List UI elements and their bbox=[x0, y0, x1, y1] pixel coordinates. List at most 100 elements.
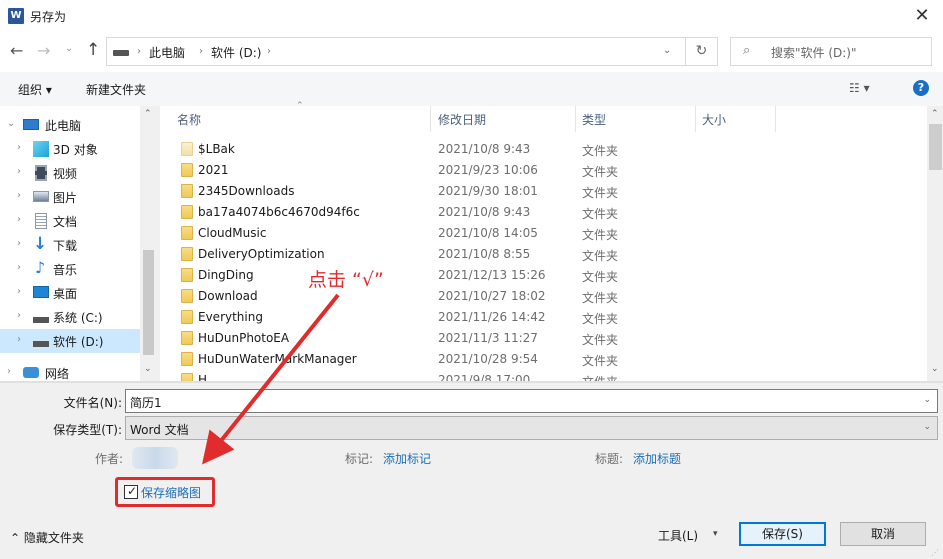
table-row[interactable]: DingDing 2021/12/13 15:26 文件夹 bbox=[160, 265, 920, 286]
scroll-down-icon[interactable]: ⌄ bbox=[931, 364, 939, 374]
system-drive-icon bbox=[33, 317, 49, 323]
table-row[interactable]: Download 2021/10/27 18:02 文件夹 bbox=[160, 286, 920, 307]
collapsed-chevron-icon[interactable]: › bbox=[7, 366, 11, 377]
refresh-button[interactable]: ↻ bbox=[686, 37, 718, 66]
table-row[interactable]: $LBak 2021/10/8 9:43 文件夹 bbox=[160, 139, 920, 160]
sort-ascending-icon: ⌃ bbox=[296, 101, 304, 111]
scroll-up-icon[interactable]: ⌃ bbox=[931, 109, 939, 119]
address-dropdown-chevron-icon[interactable]: ⌄ bbox=[663, 45, 671, 56]
hide-folders-button[interactable]: ⌃ 隐藏文件夹 bbox=[10, 529, 84, 546]
file-date-modified: 2021/10/8 14:05 bbox=[438, 226, 538, 240]
collapsed-chevron-icon[interactable]: › bbox=[17, 262, 21, 273]
cancel-button[interactable]: 取消 bbox=[840, 522, 926, 546]
column-header-name[interactable]: 名称 bbox=[177, 111, 201, 133]
file-type: 文件夹 bbox=[582, 249, 619, 263]
sidebar-item-this-pc[interactable]: ⌄ 此电脑 bbox=[0, 113, 140, 137]
file-type: 文件夹 bbox=[582, 312, 619, 326]
collapsed-chevron-icon[interactable]: › bbox=[17, 310, 21, 321]
new-folder-button[interactable]: 新建文件夹 bbox=[86, 81, 146, 98]
file-name: 2021 bbox=[198, 163, 229, 177]
collapsed-chevron-icon[interactable]: › bbox=[17, 238, 21, 249]
sidebar-item-desktop[interactable]: › 桌面 bbox=[0, 281, 140, 305]
file-name: HuDunWaterMarkManager bbox=[198, 352, 357, 366]
column-divider[interactable] bbox=[775, 106, 776, 132]
sidebar-item-downloads[interactable]: › ↓ 下载 bbox=[0, 233, 140, 257]
sidebar-item-3d-objects[interactable]: › 3D 对象 bbox=[0, 137, 140, 161]
column-header-type[interactable]: 类型 bbox=[582, 111, 606, 133]
recent-locations-button[interactable]: ⌄ bbox=[65, 43, 73, 54]
tools-dropdown-icon[interactable]: ▾ bbox=[713, 529, 718, 539]
breadcrumb-drive-d[interactable]: 软件 (D:) bbox=[211, 44, 261, 61]
search-input[interactable]: ⌕ 搜索"软件 (D:)" bbox=[730, 37, 932, 66]
table-row[interactable]: HuDunPhotoEA 2021/11/3 11:27 文件夹 bbox=[160, 328, 920, 349]
address-bar[interactable]: › 此电脑 › 软件 (D:) › ⌄ bbox=[106, 37, 686, 66]
collapsed-chevron-icon[interactable]: › bbox=[17, 286, 21, 297]
file-type: 文件夹 bbox=[582, 333, 619, 347]
column-divider[interactable] bbox=[575, 106, 576, 132]
sidebar-scroll-thumb[interactable] bbox=[143, 250, 154, 355]
collapsed-chevron-icon[interactable]: › bbox=[17, 334, 21, 345]
save-thumbnail-checkbox[interactable]: ✓ bbox=[124, 484, 138, 499]
table-row[interactable]: DeliveryOptimization 2021/10/8 8:55 文件夹 bbox=[160, 244, 920, 265]
checkmark-icon: ✓ bbox=[127, 484, 138, 498]
filename-input[interactable]: 简历1 ⌄ bbox=[125, 389, 938, 413]
folder-icon bbox=[181, 268, 193, 282]
sidebar-item-music[interactable]: › ♪ 音乐 bbox=[0, 257, 140, 281]
sidebar-item-documents[interactable]: › 文档 bbox=[0, 209, 140, 233]
close-button[interactable]: ✕ bbox=[904, 2, 940, 30]
organize-button[interactable]: 组织 ▾ bbox=[18, 81, 52, 98]
sidebar-item-label: 此电脑 bbox=[45, 119, 82, 133]
download-icon: ↓ bbox=[33, 234, 48, 254]
tools-button[interactable]: 工具(L) bbox=[658, 527, 698, 544]
file-type: 文件夹 bbox=[582, 228, 619, 242]
scroll-down-icon[interactable]: ⌄ bbox=[144, 364, 152, 374]
expanded-chevron-icon[interactable]: ⌄ bbox=[7, 118, 15, 129]
sidebar-item-software-d[interactable]: › 软件 (D:) bbox=[0, 329, 140, 353]
table-row[interactable]: 2345Downloads 2021/9/30 18:01 文件夹 bbox=[160, 181, 920, 202]
search-icon: ⌕ bbox=[743, 43, 751, 58]
sidebar-item-pictures[interactable]: › 图片 bbox=[0, 185, 140, 209]
resize-grip-icon[interactable]: ⋰ bbox=[931, 548, 939, 557]
column-divider[interactable] bbox=[430, 106, 431, 132]
collapsed-chevron-icon[interactable]: › bbox=[17, 142, 21, 153]
file-date-modified: 2021/10/8 8:55 bbox=[438, 247, 531, 261]
folder-icon bbox=[181, 331, 193, 345]
save-button[interactable]: 保存(S) bbox=[739, 522, 826, 546]
sidebar-item-videos[interactable]: › 视频 bbox=[0, 161, 140, 185]
collapsed-chevron-icon[interactable]: › bbox=[17, 190, 21, 201]
breadcrumb-this-pc[interactable]: 此电脑 bbox=[149, 44, 185, 61]
save-thumbnail-label[interactable]: 保存缩略图 bbox=[141, 484, 201, 501]
table-row[interactable]: ba17a4074b6c4670d94f6c 2021/10/8 9:43 文件夹 bbox=[160, 202, 920, 223]
chevron-down-icon[interactable]: ⌄ bbox=[923, 422, 931, 432]
table-row[interactable]: CloudMusic 2021/10/8 14:05 文件夹 bbox=[160, 223, 920, 244]
back-button[interactable]: ← bbox=[10, 41, 23, 60]
table-row[interactable]: H... 2021/9/8 17:00 文件夹 bbox=[160, 370, 920, 381]
collapsed-chevron-icon[interactable]: › bbox=[17, 214, 21, 225]
file-name: Everything bbox=[198, 310, 263, 324]
table-row[interactable]: Everything 2021/11/26 14:42 文件夹 bbox=[160, 307, 920, 328]
scroll-up-icon[interactable]: ⌃ bbox=[144, 109, 152, 119]
add-title-link[interactable]: 添加标题 bbox=[633, 450, 681, 467]
file-list: 名称 修改日期 类型 大小 $LBak 2021/10/8 9:43 文件夹 2021… bbox=[160, 106, 927, 381]
view-options-button[interactable]: ☷ ▾ bbox=[849, 81, 870, 95]
column-header-size[interactable]: 大小 bbox=[702, 111, 726, 133]
table-row[interactable]: HuDunWaterMarkManager 2021/10/28 9:54 文件夹 bbox=[160, 349, 920, 370]
filetype-select[interactable]: Word 文档 ⌄ bbox=[125, 416, 938, 440]
column-header-date-modified[interactable]: 修改日期 bbox=[438, 111, 486, 133]
chevron-down-icon[interactable]: ⌄ bbox=[923, 395, 931, 405]
file-date-modified: 2021/11/3 11:27 bbox=[438, 331, 538, 345]
author-value-redacted[interactable] bbox=[132, 447, 178, 469]
pane-divider[interactable] bbox=[0, 381, 943, 383]
file-name: DingDing bbox=[198, 268, 254, 282]
help-icon[interactable]: ? bbox=[913, 80, 929, 96]
sidebar-item-system-c[interactable]: › 系统 (C:) bbox=[0, 305, 140, 329]
file-list-scroll-thumb[interactable] bbox=[929, 124, 942, 170]
collapsed-chevron-icon[interactable]: › bbox=[17, 166, 21, 177]
table-row[interactable]: 2021 2021/9/23 10:06 文件夹 bbox=[160, 160, 920, 181]
add-tags-link[interactable]: 添加标记 bbox=[383, 450, 431, 467]
filename-label: 文件名(N): bbox=[63, 396, 122, 410]
sidebar-item-network[interactable]: › 网络 bbox=[0, 361, 140, 381]
up-button[interactable]: ↑ bbox=[86, 40, 100, 60]
column-divider[interactable] bbox=[695, 106, 696, 132]
forward-button[interactable]: → bbox=[37, 41, 50, 60]
